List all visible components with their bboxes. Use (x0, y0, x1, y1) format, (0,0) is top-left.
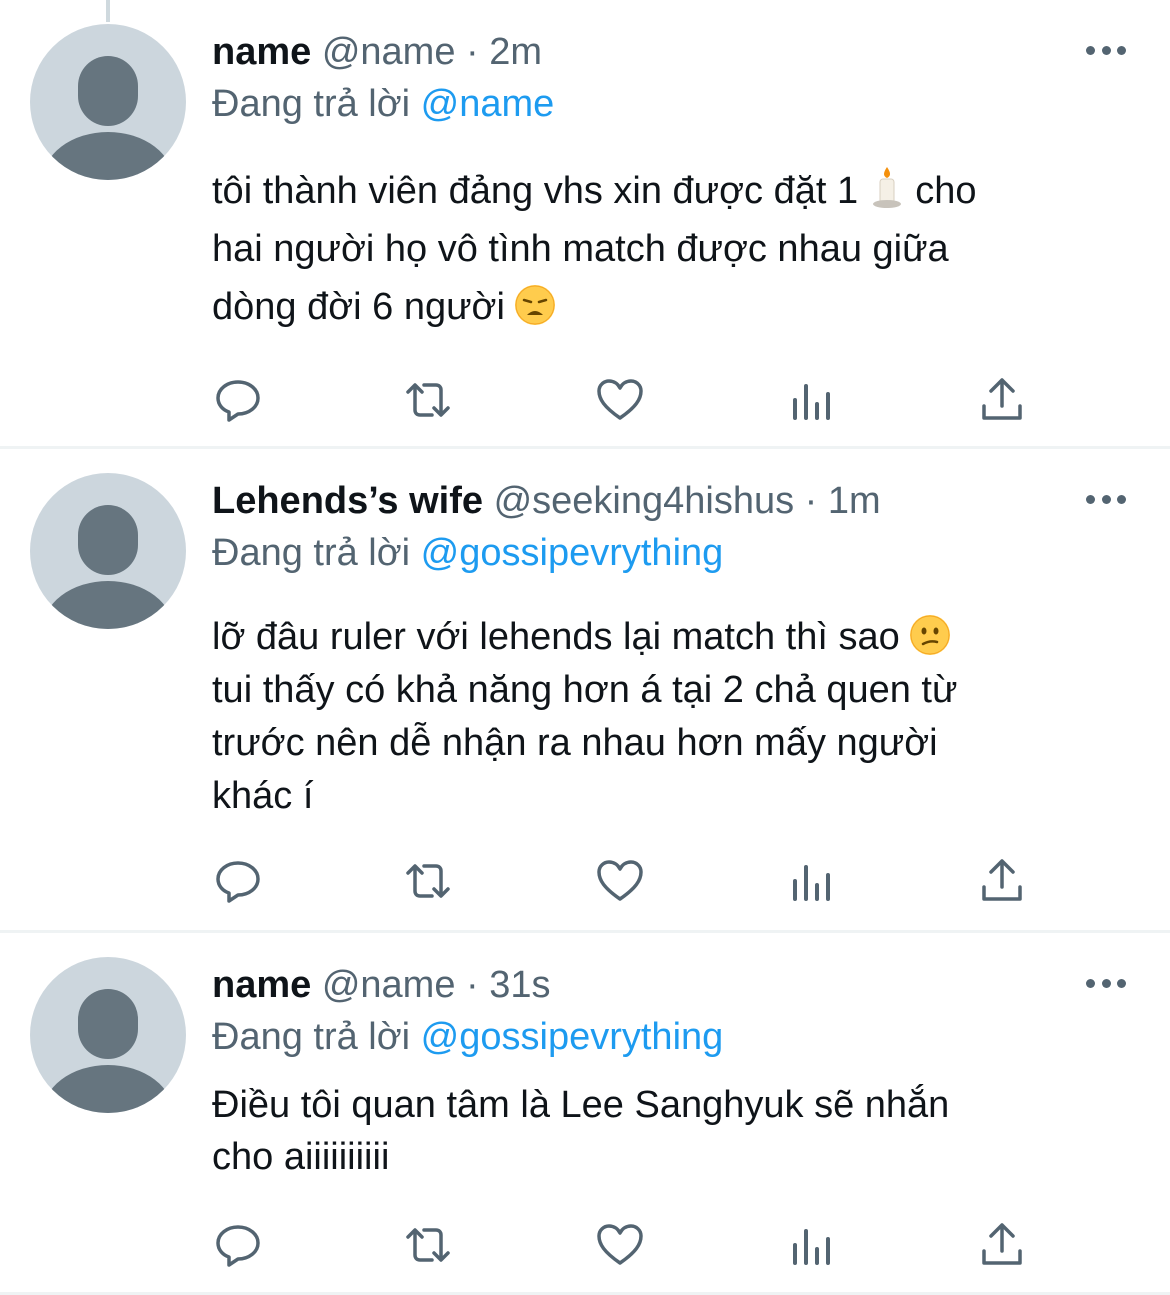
like-icon (597, 379, 643, 420)
like-button[interactable] (594, 374, 646, 426)
replying-to: Đang trả lời @gossipevrything (212, 1015, 723, 1059)
analytics-button[interactable] (786, 855, 838, 907)
retweet-button[interactable] (402, 855, 454, 907)
tweet-text: tôi thành viên đảng vhs xin được đặt 1 c… (212, 162, 1132, 336)
tweet[interactable]: Lehends’s wife @seeking4hishus · 1m Đang… (0, 449, 1170, 933)
tweet[interactable]: name @name · 31s Đang trả lời @gossipevr… (0, 933, 1170, 1295)
like-button[interactable] (594, 1219, 646, 1271)
share-icon (982, 378, 1022, 420)
avatar[interactable] (30, 24, 186, 180)
default-avatar-icon (42, 989, 174, 1113)
reply-icon (216, 861, 260, 903)
share-button[interactable] (976, 855, 1028, 907)
reply-mention-link[interactable]: @gossipevrything (421, 532, 724, 574)
timestamp[interactable]: 31s (489, 964, 550, 1006)
retweet-button[interactable] (402, 374, 454, 426)
analytics-icon (793, 865, 830, 901)
reply-button[interactable] (212, 1219, 264, 1271)
share-button[interactable] (976, 374, 1028, 426)
tweet-actions (212, 374, 1072, 426)
analytics-icon (793, 1229, 830, 1265)
tweet-text: Điều tôi quan tâm là Lee Sanghyuk sẽ nhắ… (212, 1084, 950, 1178)
reply-icon (216, 1225, 260, 1267)
reply-mention-link[interactable]: @gossipevrything (421, 1016, 724, 1058)
reply-button[interactable] (212, 855, 264, 907)
share-icon (982, 859, 1022, 901)
tweet-actions (212, 1219, 1072, 1271)
replying-to-label: Đang trả lời (212, 532, 411, 574)
separator-dot: · (466, 964, 479, 1006)
user-handle[interactable]: @seeking4hishus (494, 480, 795, 522)
share-button[interactable] (976, 1219, 1028, 1271)
avatar[interactable] (30, 473, 186, 629)
more-icon (1086, 494, 1095, 504)
timestamp[interactable]: 2m (489, 31, 542, 73)
analytics-icon (793, 384, 830, 420)
replying-to-label: Đang trả lời (212, 1016, 411, 1058)
retweet-button[interactable] (402, 1219, 454, 1271)
analytics-button[interactable] (786, 374, 838, 426)
avatar[interactable] (30, 957, 186, 1113)
reply-mention-link[interactable]: @name (421, 83, 555, 125)
separator-dot: · (466, 31, 479, 73)
display-name[interactable]: name (212, 31, 311, 73)
weary-face-emoji (515, 285, 556, 325)
retweet-icon (406, 864, 450, 898)
tweet-header: name @name · 31s (212, 963, 551, 1007)
reply-button[interactable] (212, 374, 264, 426)
more-options-button[interactable] (1086, 487, 1126, 511)
analytics-button[interactable] (786, 1219, 838, 1271)
default-avatar-icon (42, 56, 174, 180)
reply-icon (216, 380, 260, 422)
display-name[interactable]: name (212, 964, 311, 1006)
user-handle[interactable]: @name (322, 964, 456, 1006)
more-icon (1086, 45, 1095, 55)
tweet-header: Lehends’s wife @seeking4hishus · 1m (212, 479, 881, 523)
user-handle[interactable]: @name (322, 31, 456, 73)
like-icon (597, 1224, 643, 1265)
more-options-button[interactable] (1086, 971, 1126, 995)
tweet-header: name @name · 2m (212, 30, 542, 74)
retweet-icon (406, 1228, 450, 1262)
candle-emoji (869, 167, 905, 209)
tweet[interactable]: name @name · 2m Đang trả lời @name tôi t… (0, 0, 1170, 449)
timestamp[interactable]: 1m (828, 480, 881, 522)
replying-to: Đang trả lời @gossipevrything (212, 531, 723, 575)
tweet-actions (212, 855, 1072, 907)
like-button[interactable] (594, 855, 646, 907)
more-icon (1086, 978, 1095, 988)
tweet-text: lỡ đâu ruler với lehends lại match thì s… (212, 615, 958, 817)
like-icon (597, 860, 643, 901)
default-avatar-icon (42, 505, 174, 629)
retweet-icon (406, 383, 450, 417)
replying-to: Đang trả lời @name (212, 82, 554, 126)
separator-dot: · (804, 480, 818, 522)
confused-face-emoji (910, 615, 951, 655)
share-icon (982, 1223, 1022, 1265)
more-options-button[interactable] (1086, 38, 1126, 62)
display-name[interactable]: Lehends’s wife (212, 480, 483, 522)
replying-to-label: Đang trả lời (212, 83, 411, 125)
